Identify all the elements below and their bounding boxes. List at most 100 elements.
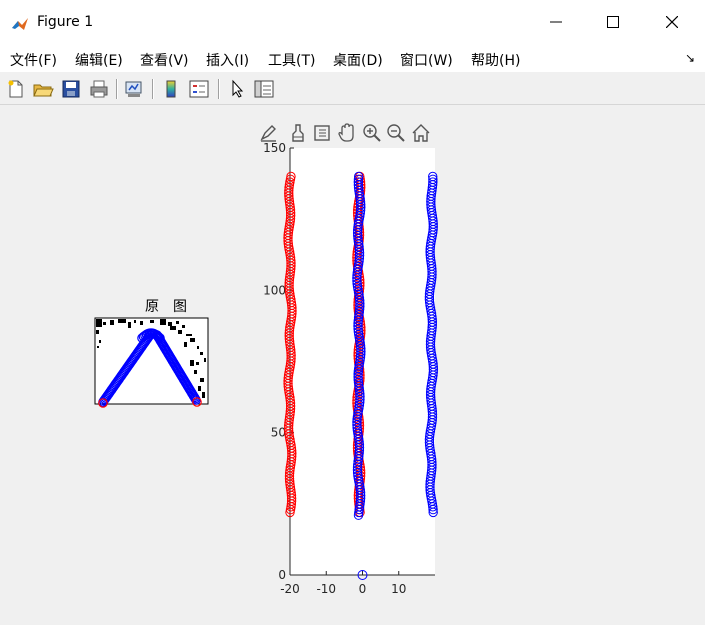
scatter-point bbox=[424, 432, 435, 442]
menu-edit[interactable]: 编辑(E) bbox=[75, 50, 123, 70]
scatter-point bbox=[424, 294, 435, 305]
scatter-point bbox=[284, 185, 294, 196]
scatter-point bbox=[285, 174, 296, 184]
scatter-point bbox=[354, 307, 365, 317]
scatter-point bbox=[354, 272, 365, 282]
zoom-in-icon[interactable] bbox=[361, 122, 383, 144]
scatter-point bbox=[355, 373, 365, 383]
scatter-point bbox=[353, 490, 364, 501]
scatter-point bbox=[285, 322, 295, 333]
insert-legend-icon[interactable] bbox=[188, 78, 210, 100]
open-file-icon[interactable] bbox=[32, 78, 54, 100]
save-icon[interactable] bbox=[60, 78, 82, 100]
menu-file[interactable]: 文件(F) bbox=[10, 50, 57, 70]
scatter-point bbox=[426, 278, 436, 288]
scatter-point bbox=[352, 273, 362, 283]
scatter-point bbox=[355, 197, 366, 207]
menu-desktop[interactable]: 桌面(D) bbox=[333, 50, 383, 70]
scatter-point bbox=[426, 275, 437, 285]
scatter-point bbox=[353, 312, 364, 323]
scatter-point bbox=[355, 275, 365, 285]
scatter-point bbox=[286, 314, 296, 324]
link-plot-icon[interactable] bbox=[123, 78, 145, 100]
scatter-point bbox=[354, 423, 365, 434]
image-pixel-block bbox=[186, 334, 192, 336]
scatter-point bbox=[352, 404, 363, 414]
scatter-point bbox=[355, 499, 365, 509]
scatter-point bbox=[355, 301, 365, 312]
scatter-point bbox=[353, 222, 363, 232]
scatter-point bbox=[286, 443, 297, 453]
blue-marker bbox=[162, 347, 172, 357]
scatter-point bbox=[354, 499, 364, 509]
blue-marker bbox=[135, 343, 146, 354]
pan-icon[interactable] bbox=[336, 122, 358, 144]
scatter-point bbox=[355, 335, 365, 345]
close-button[interactable] bbox=[652, 8, 692, 38]
scatter-point bbox=[353, 342, 364, 352]
blue-marker bbox=[179, 375, 190, 386]
edit-plot-icon[interactable] bbox=[226, 78, 248, 100]
blue-marker bbox=[167, 354, 177, 365]
scatter-point bbox=[353, 473, 364, 484]
restore-view-icon[interactable] bbox=[311, 122, 333, 144]
print-icon[interactable] bbox=[88, 78, 110, 100]
scatter-point bbox=[427, 314, 437, 324]
scatter-point bbox=[353, 448, 363, 459]
scatter-point bbox=[283, 230, 293, 240]
scatter-point bbox=[425, 280, 436, 291]
brush-icon[interactable] bbox=[258, 122, 280, 144]
scatter-point bbox=[352, 423, 362, 433]
scatter-point bbox=[427, 496, 437, 506]
minimize-button[interactable] bbox=[536, 8, 576, 38]
scatter-point bbox=[287, 303, 297, 313]
scatter-point bbox=[285, 362, 295, 372]
scatter-point bbox=[355, 298, 365, 309]
menu-overflow-icon[interactable]: ↘ bbox=[685, 51, 695, 65]
scatter-point bbox=[427, 406, 438, 417]
menu-view[interactable]: 查看(V) bbox=[140, 50, 189, 70]
blue-marker bbox=[117, 369, 128, 379]
scatter-point bbox=[352, 443, 363, 453]
image-pixel-block bbox=[200, 378, 204, 382]
scatter-point bbox=[356, 349, 366, 360]
scatter-point bbox=[286, 353, 296, 364]
scatter-point bbox=[285, 205, 296, 215]
maximize-button[interactable] bbox=[593, 8, 633, 38]
scatter-point bbox=[283, 384, 294, 394]
new-figure-icon[interactable] bbox=[5, 78, 27, 100]
scatter-point bbox=[354, 310, 364, 320]
scatter-point bbox=[427, 264, 437, 274]
blue-marker bbox=[155, 335, 165, 345]
scatter-point bbox=[352, 411, 363, 422]
image-pixel-block bbox=[196, 362, 199, 365]
blue-marker bbox=[132, 347, 143, 358]
property-inspector-icon[interactable] bbox=[253, 78, 275, 100]
data-tips-icon[interactable] bbox=[287, 122, 309, 144]
scatter-point bbox=[355, 507, 365, 518]
menu-help[interactable]: 帮助(H) bbox=[471, 50, 520, 70]
scatter-point bbox=[284, 224, 294, 235]
scatter-point bbox=[285, 252, 296, 263]
scatter-point bbox=[354, 502, 365, 512]
insert-colorbar-icon[interactable] bbox=[160, 78, 182, 100]
menu-tools[interactable]: 工具(T) bbox=[268, 50, 315, 70]
image-pixel-block bbox=[150, 320, 154, 323]
blue-marker bbox=[132, 348, 142, 359]
minimize-icon bbox=[550, 21, 562, 23]
scatter-point bbox=[283, 376, 293, 386]
image-pixel-block bbox=[96, 319, 102, 327]
scatter-point bbox=[354, 253, 365, 264]
home-icon[interactable] bbox=[410, 122, 432, 144]
scatter-point bbox=[352, 205, 363, 215]
image-pixel-block bbox=[198, 386, 201, 391]
zoom-out-icon[interactable] bbox=[385, 122, 407, 144]
scatter-point bbox=[354, 283, 365, 294]
menu-insert[interactable]: 插入(I) bbox=[206, 50, 249, 70]
scatter-point bbox=[354, 380, 364, 391]
scatter-point bbox=[425, 252, 436, 263]
blue-marker bbox=[140, 336, 151, 347]
menu-window[interactable]: 窗口(W) bbox=[400, 50, 453, 70]
scatter-point bbox=[354, 439, 365, 450]
scatter-point bbox=[428, 504, 438, 515]
